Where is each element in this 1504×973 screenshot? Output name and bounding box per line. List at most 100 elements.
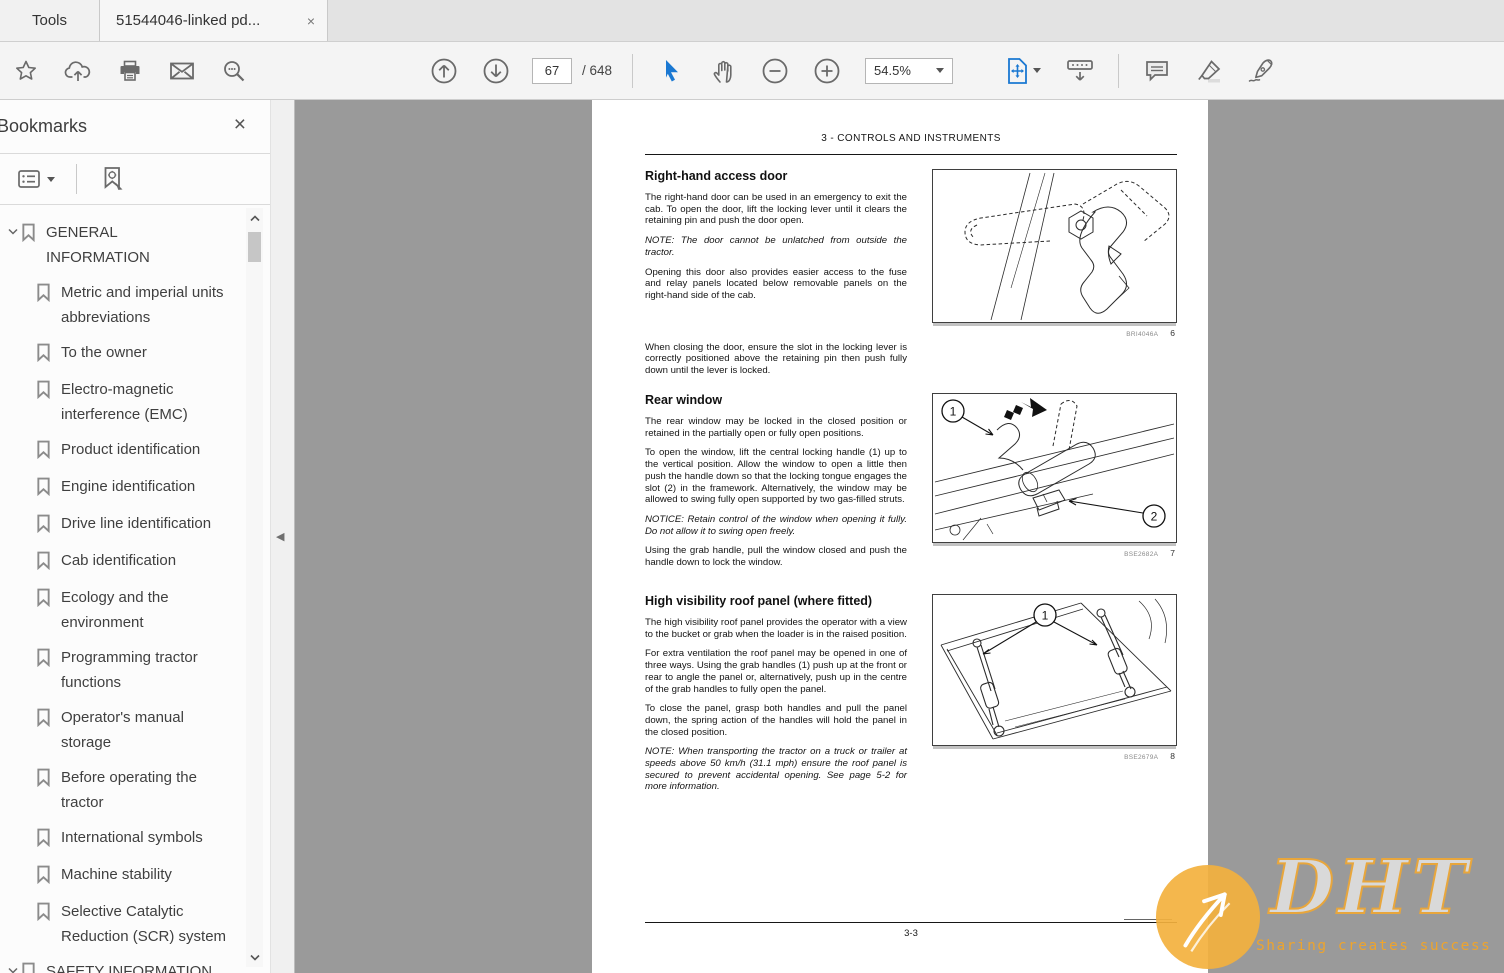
favorites-star-icon[interactable] (11, 56, 41, 86)
bookmark-label: Before operating the tractor (61, 769, 197, 811)
paragraph: The high visibility roof panel provides … (645, 617, 907, 640)
figure-number: 7 (1170, 548, 1175, 558)
bookmark-icon (21, 962, 36, 973)
figure-access-door (932, 169, 1177, 326)
callout-1: 1 (1042, 609, 1049, 623)
toolbar-divider (632, 53, 634, 88)
bookmark-item[interactable]: Ecology and the environment (4, 585, 244, 635)
section-right-hand-access-door: Right-hand access door The right-hand do… (645, 169, 1177, 393)
page-count-label: / 648 (582, 63, 613, 78)
scrollbar-thumb[interactable] (248, 232, 261, 262)
page-footer: 3-3 (904, 928, 918, 939)
figure-illustration: 1 (940, 598, 1172, 740)
sidebar-scrollbar[interactable] (246, 208, 263, 967)
search-document-icon[interactable] (219, 56, 249, 86)
hand-tool-icon[interactable] (708, 56, 738, 86)
collapse-toolbar-icon[interactable] (1065, 56, 1095, 86)
highlighter-icon[interactable] (1194, 56, 1224, 86)
zoom-out-icon[interactable] (760, 56, 790, 86)
expand-chevron-icon[interactable] (4, 959, 21, 973)
section-rear-window: Rear window The rear window may be locke… (645, 393, 1177, 594)
select-tool-icon[interactable] (656, 56, 686, 86)
panel-collapse-strip[interactable]: ◀ (270, 100, 295, 973)
paragraph: For extra ventilation the roof panel may… (645, 648, 907, 695)
paragraph: NOTE: The door cannot be unlatched from … (645, 235, 907, 258)
bookmark-icon (36, 551, 51, 575)
paragraph: To open the window, lift the central loc… (645, 447, 907, 506)
bookmark-label: Product identification (61, 441, 201, 458)
chevron-down-icon (47, 176, 55, 182)
bookmark-item[interactable]: Operator's manual storage (4, 705, 244, 755)
scroll-down-icon[interactable] (246, 949, 263, 965)
bookmark-item[interactable]: To the owner (4, 340, 244, 367)
page-number-input[interactable] (532, 57, 572, 84)
figure-reference: BRI4046A (1126, 331, 1159, 338)
fit-page-icon[interactable] (1003, 56, 1043, 86)
bookmark-item[interactable]: Selective Catalytic Reduction (SCR) syst… (4, 899, 244, 949)
section-roof-panel: High visibility roof panel (where fitted… (645, 594, 1177, 801)
bookmark-label: GENERAL INFORMATION (46, 224, 150, 266)
paragraph: NOTE: When transporting the tractor on a… (645, 746, 907, 793)
bookmark-item[interactable]: Metric and imperial units abbreviations (4, 280, 244, 330)
pdf-page: 3 - CONTROLS AND INSTRUMENTS Right-hand … (592, 100, 1208, 973)
bookmarks-header: Bookmarks × (0, 100, 270, 154)
bookmark-options-icon[interactable] (17, 164, 55, 194)
expand-chevron-icon[interactable] (4, 220, 21, 270)
bookmark-label: Metric and imperial units abbreviations (61, 284, 224, 326)
footer-rule (645, 922, 1177, 923)
paragraph: The right-hand door can be used in an em… (645, 192, 907, 227)
email-icon[interactable] (167, 56, 197, 86)
watermark-title: DHT (1269, 845, 1472, 931)
previous-page-icon[interactable] (429, 56, 459, 86)
zoom-level-value: 54.5% (874, 63, 911, 78)
next-page-icon[interactable] (481, 56, 511, 86)
zoom-level-select[interactable]: 54.5% (865, 57, 954, 84)
collapse-panel-icon[interactable]: ◀ (276, 530, 284, 543)
header-rule (645, 154, 1177, 155)
bookmark-item[interactable]: International symbols (4, 825, 244, 852)
bookmark-list: GENERAL INFORMATION Metric and imperial u… (0, 206, 244, 973)
bookmark-item[interactable]: Engine identification (4, 474, 244, 501)
bookmark-item[interactable]: Machine stability (4, 862, 244, 889)
document-viewport[interactable]: 3 - CONTROLS AND INSTRUMENTS Right-hand … (296, 100, 1504, 973)
bookmark-icon (36, 283, 51, 330)
tab-document[interactable]: 51544046-linked pd... × (100, 0, 328, 41)
comment-icon[interactable] (1142, 56, 1172, 86)
bookmark-label: To the owner (61, 344, 147, 361)
bookmark-item[interactable]: Programming tractor functions (4, 645, 244, 695)
bookmark-icon (36, 380, 51, 427)
bookmark-icon (36, 865, 51, 889)
figure-number: 6 (1170, 328, 1175, 338)
scroll-up-icon[interactable] (246, 210, 263, 226)
main-toolbar: / 648 54.5% (0, 42, 1504, 100)
figure-caption: BSE2682A 7 (932, 548, 1177, 558)
bookmark-item[interactable]: Drive line identification (4, 511, 244, 538)
bookmark-item[interactable]: Product identification (4, 437, 244, 464)
sign-pen-icon[interactable] (1246, 56, 1276, 86)
toolbar-divider (1118, 53, 1119, 88)
panel-close-icon[interactable]: × (234, 114, 246, 135)
bookmark-icon (36, 343, 51, 367)
figure-caption: BSE2679A 8 (932, 751, 1177, 761)
bookmark-icon (21, 223, 36, 270)
tab-close-icon[interactable]: × (307, 13, 315, 29)
bookmark-label: Drive line identification (61, 515, 212, 532)
bookmark-icon (36, 708, 51, 755)
bookmark-icon (36, 514, 51, 538)
print-icon[interactable] (115, 56, 145, 86)
bookmark-label: Engine identification (61, 478, 196, 495)
bookmark-label: Ecology and the environment (61, 589, 169, 631)
bookmark-label: Operator's manual storage (61, 709, 184, 751)
bookmark-item[interactable]: Cab identification (4, 548, 244, 575)
tab-tools[interactable]: Tools (0, 0, 100, 41)
bookmark-icon (36, 828, 51, 852)
bookmark-item[interactable]: GENERAL INFORMATION (4, 220, 244, 270)
figure-reference: BSE2682A (1124, 551, 1159, 558)
cloud-upload-icon[interactable] (63, 56, 93, 86)
bookmark-item[interactable]: Electro-magnetic interference (EMC) (4, 377, 244, 427)
zoom-in-icon[interactable] (812, 56, 842, 86)
bookmark-item[interactable]: SAFETY INFORMATION (4, 959, 244, 973)
find-current-bookmark-icon[interactable] (98, 164, 128, 194)
bookmark-item[interactable]: Before operating the tractor (4, 765, 244, 815)
bookmark-icon (36, 768, 51, 815)
